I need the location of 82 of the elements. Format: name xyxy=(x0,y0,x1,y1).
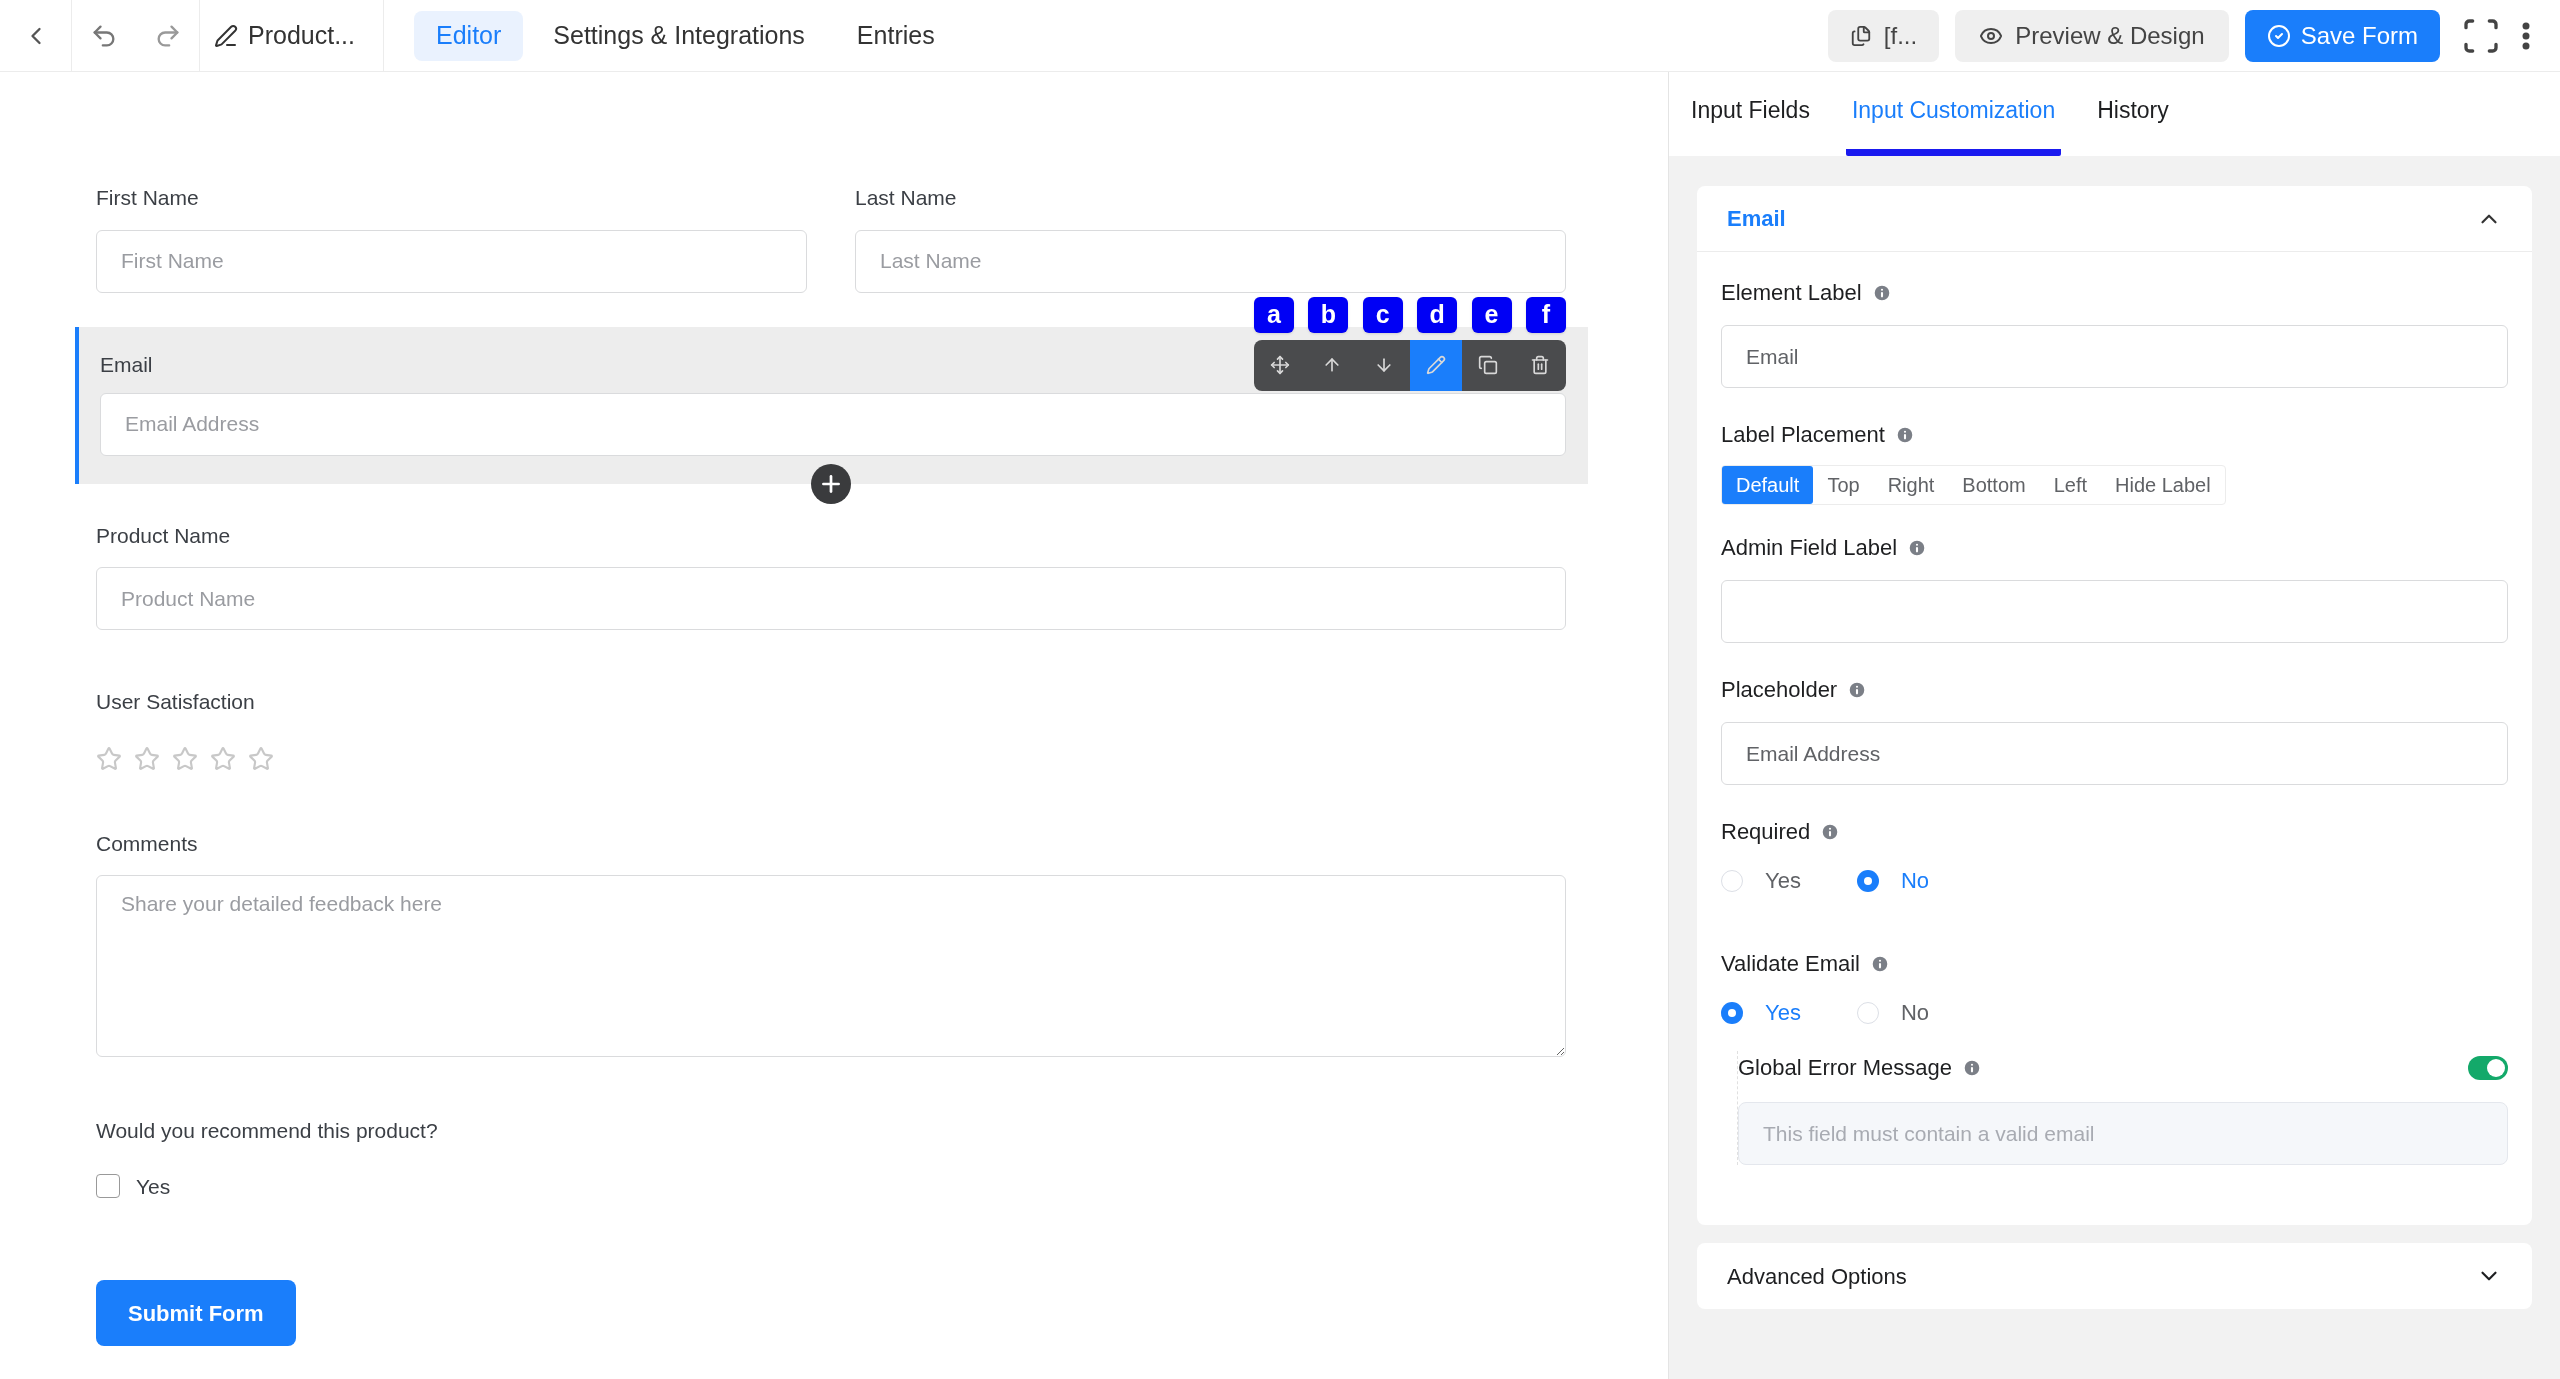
letter-badge: f xyxy=(1525,296,1566,333)
submit-button[interactable]: Submit Form xyxy=(96,1280,296,1346)
input-field[interactable]: Product Name xyxy=(96,567,1566,630)
placement-option[interactable]: Default xyxy=(1722,466,1814,504)
placement-option[interactable]: Bottom xyxy=(1948,466,2040,504)
checkbox[interactable] xyxy=(96,1174,120,1199)
letter-badge: b xyxy=(1308,296,1349,333)
pencil-icon xyxy=(1426,355,1446,375)
field-label: User Satisfaction xyxy=(96,689,255,715)
letter-badge: e xyxy=(1471,296,1512,333)
copy-icon xyxy=(1478,355,1498,375)
info-icon xyxy=(1962,1057,1982,1078)
setting-label: Placeholder xyxy=(1721,676,1838,704)
setting-label: Global Error Message xyxy=(1738,1054,1952,1082)
panel-tab[interactable]: Input Fields xyxy=(1685,92,1816,156)
input-field[interactable]: First Name xyxy=(96,229,807,293)
info-icon xyxy=(1907,537,1928,558)
radio-button[interactable] xyxy=(1856,869,1879,892)
radio-button[interactable] xyxy=(1721,869,1743,892)
star-icon[interactable] xyxy=(172,745,198,772)
preview-button[interactable]: Preview & Design xyxy=(1955,9,2229,62)
nav-tab[interactable]: Entries xyxy=(834,10,957,61)
radio-option[interactable]: Yes xyxy=(1721,864,1801,897)
radio-button[interactable] xyxy=(1721,1001,1743,1024)
setting-label: Admin Field Label xyxy=(1721,534,1898,562)
input-field[interactable]: Email Address xyxy=(100,392,1566,456)
star-rating[interactable] xyxy=(96,745,274,772)
nav-tab[interactable]: Settings & Integrations xyxy=(531,10,827,61)
info-icon xyxy=(1894,424,1915,445)
trash-icon xyxy=(1530,355,1550,375)
star-icon[interactable] xyxy=(96,745,122,772)
section-header[interactable]: Email xyxy=(1697,186,2532,252)
star-icon[interactable] xyxy=(248,745,274,772)
radio-button[interactable] xyxy=(1856,1001,1879,1024)
email-field-block[interactable]: Email Email Address xyxy=(75,326,1588,484)
advanced-options-header[interactable]: Advanced Options xyxy=(1697,1243,2532,1309)
field-label: Would you recommend this product? xyxy=(96,1118,438,1144)
save-form-button[interactable]: Save Form xyxy=(2244,9,2440,62)
field-label: First Name xyxy=(96,185,199,211)
radio-option[interactable]: Yes xyxy=(1721,996,1801,1029)
info-icon xyxy=(1870,953,1890,974)
input-field[interactable]: Email xyxy=(1721,325,2508,388)
toggle-switch[interactable] xyxy=(2468,1055,2508,1080)
radio-option[interactable]: No xyxy=(1856,864,1929,897)
panel-tab[interactable]: History xyxy=(2091,92,2175,156)
radio-option[interactable]: No xyxy=(1856,996,1929,1029)
edit-button[interactable] xyxy=(1410,339,1462,391)
input-field[interactable]: Last Name xyxy=(855,229,1566,293)
field-label: Product Name xyxy=(96,522,231,549)
field-label: Email xyxy=(100,351,153,378)
files-icon xyxy=(1849,24,1872,47)
placement-option[interactable]: Right xyxy=(1873,466,1949,504)
input-field[interactable]: Email Address xyxy=(1721,722,2508,785)
comments-textarea[interactable]: Share your detailed feedback here xyxy=(96,875,1566,1057)
edit-icon xyxy=(214,23,238,48)
letter-badge: c xyxy=(1362,296,1403,333)
star-icon[interactable] xyxy=(210,745,236,772)
letter-badge: d xyxy=(1417,296,1458,333)
info-icon xyxy=(1820,821,1841,842)
setting-label: Element Label xyxy=(1721,279,1862,307)
setting-label: Validate Email xyxy=(1721,950,1860,978)
shortcode-button[interactable]: [f... xyxy=(1827,9,1940,62)
letter-badge: a xyxy=(1254,296,1294,333)
check-circle-icon xyxy=(2266,23,2291,48)
panel-tab[interactable]: Input Customization xyxy=(1845,92,2062,156)
placement-option[interactable]: Left xyxy=(2039,466,2102,504)
field-label: Last Name xyxy=(855,185,957,211)
input-field[interactable] xyxy=(1721,580,2508,643)
setting-label: Label Placement xyxy=(1721,421,1885,449)
info-icon xyxy=(1871,282,1892,303)
placement-option[interactable]: Hide Label xyxy=(2101,466,2225,504)
checkbox-label: Yes xyxy=(136,1173,171,1200)
more-icon xyxy=(2522,21,2530,50)
placement-option[interactable]: Top xyxy=(1813,466,1874,504)
star-icon[interactable] xyxy=(134,745,160,772)
field-label: Comments xyxy=(96,830,198,857)
form-title-button[interactable]: Product... xyxy=(200,0,384,71)
input-field[interactable]: This field must contain a valid email xyxy=(1738,1102,2508,1165)
nav-tab[interactable]: Editor xyxy=(414,10,524,61)
setting-label: Required xyxy=(1721,818,1811,846)
info-icon xyxy=(1847,679,1868,700)
move-icon xyxy=(1270,355,1290,375)
